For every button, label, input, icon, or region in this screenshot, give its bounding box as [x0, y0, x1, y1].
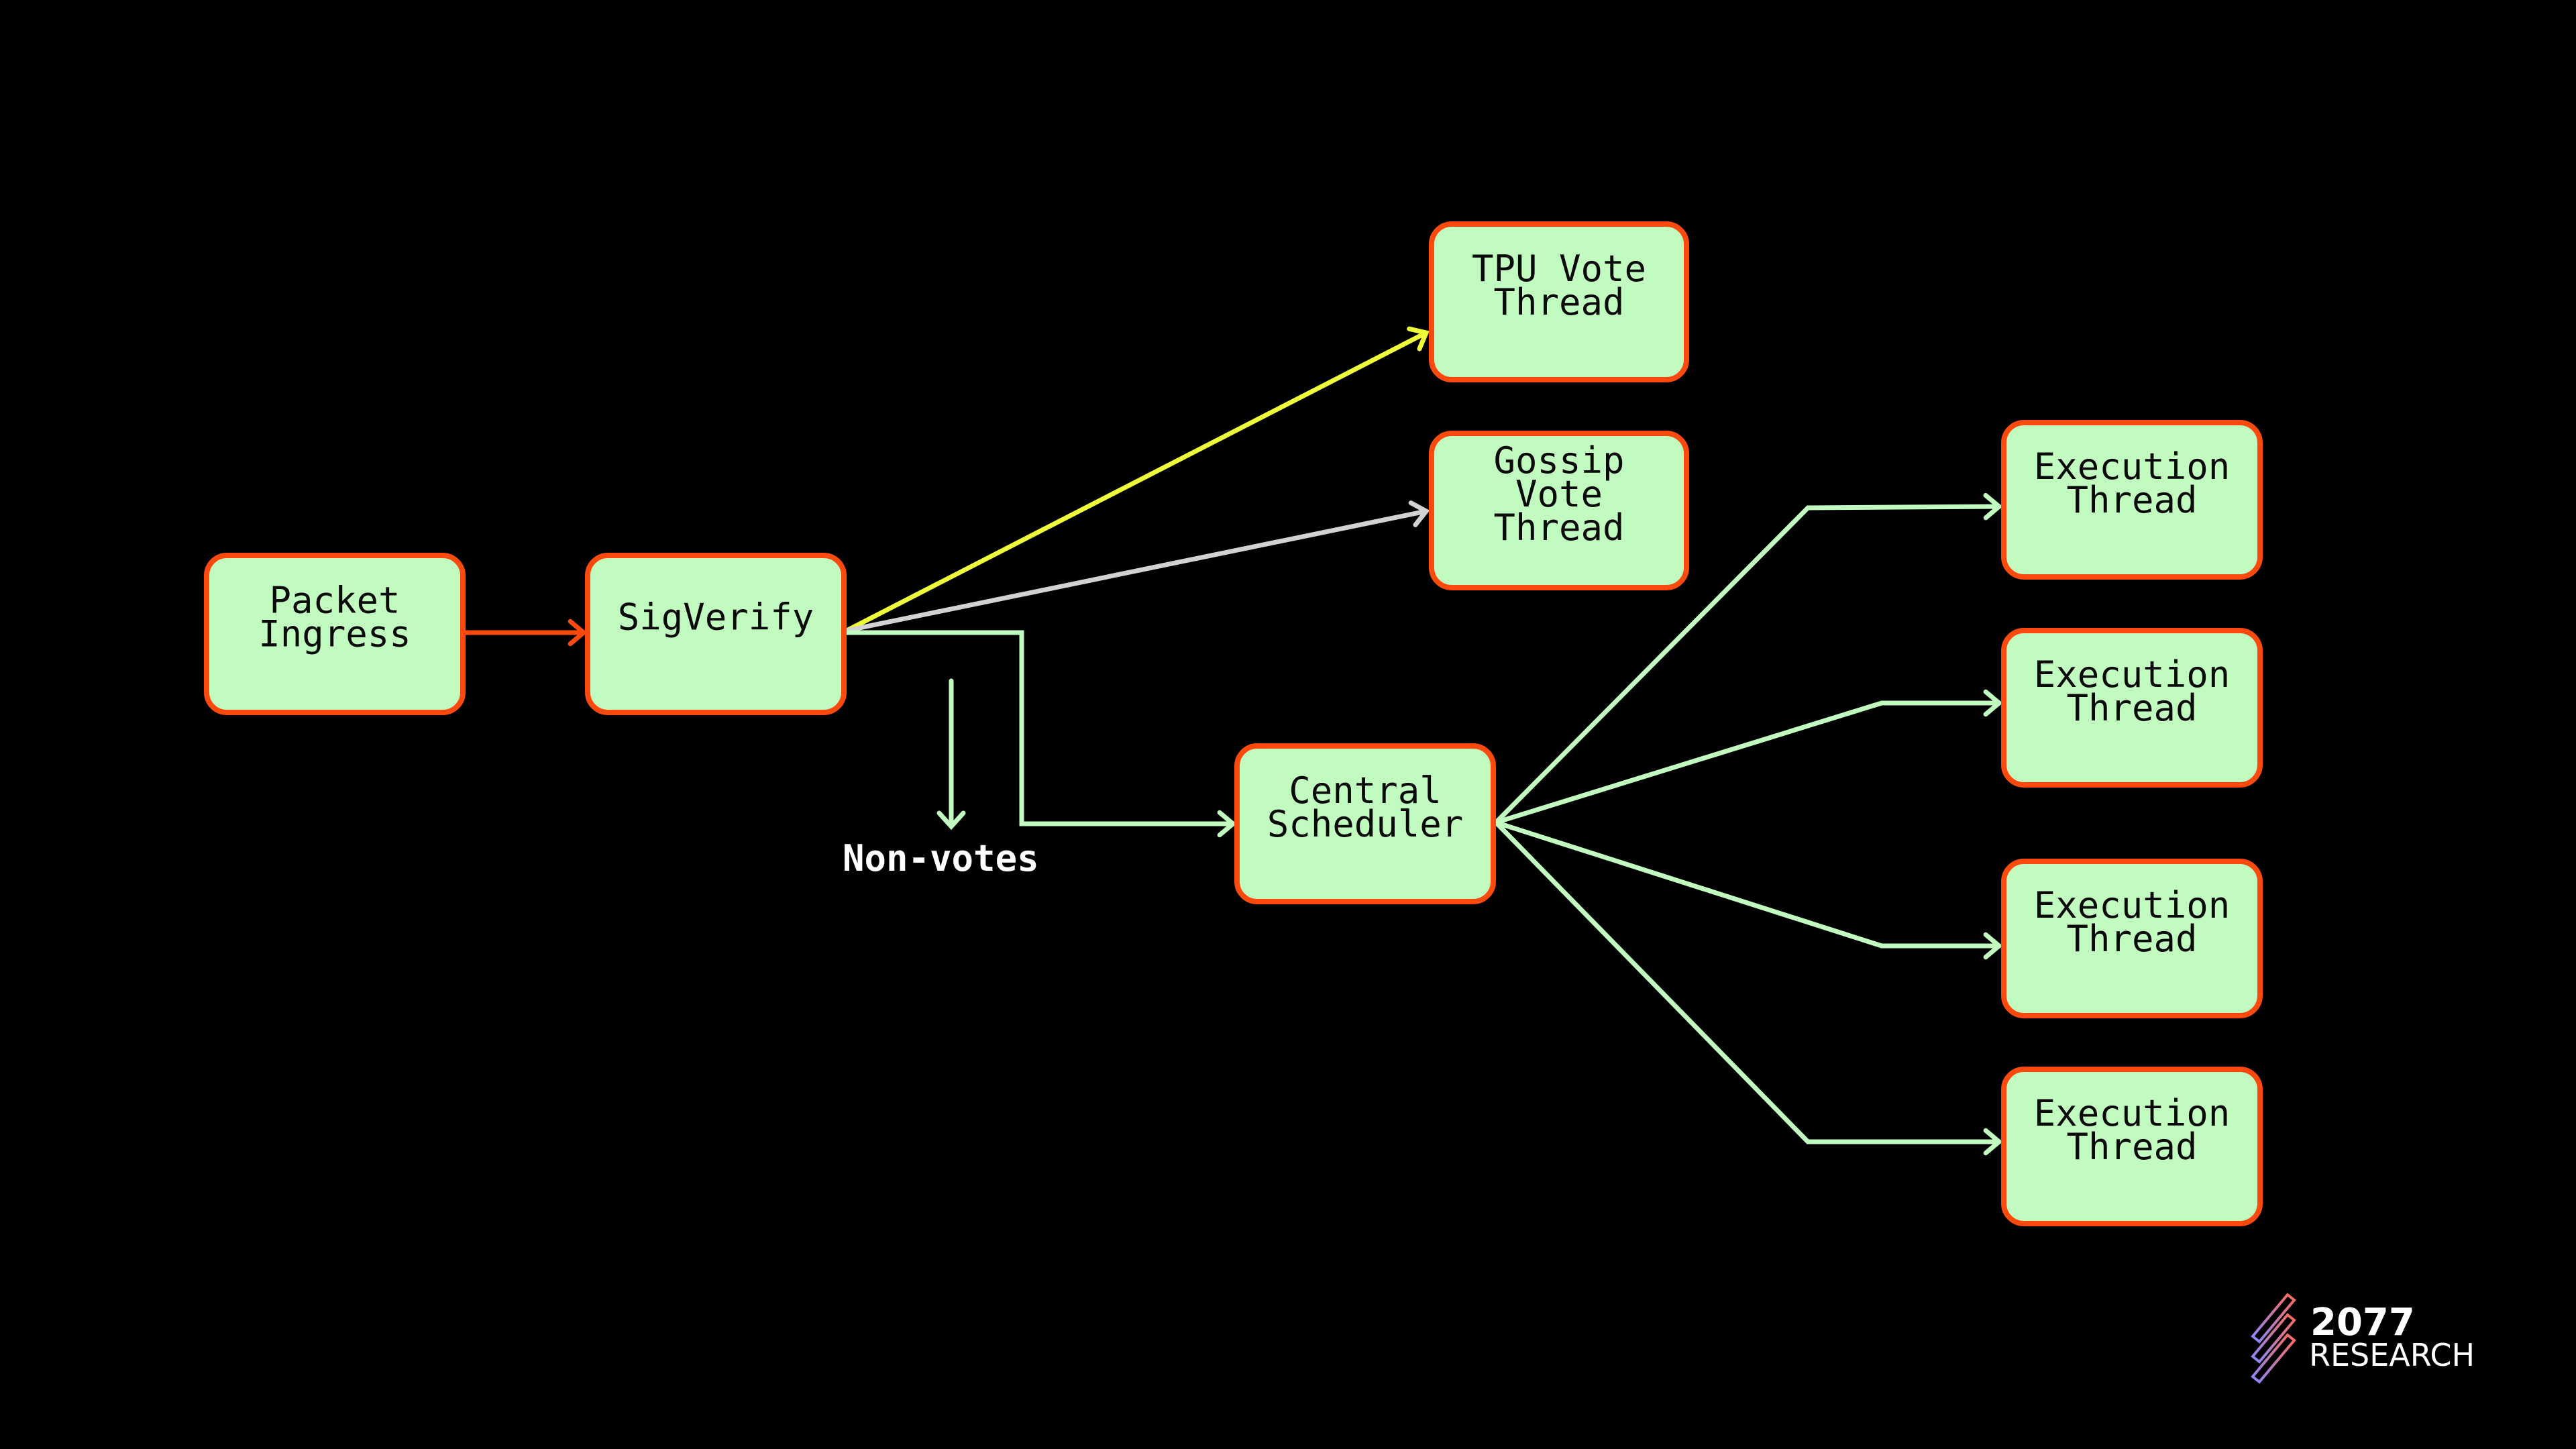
edge-packet-ingress-to-sigverify — [463, 619, 588, 647]
edge-line — [1493, 700, 2002, 825]
node-label-line: Thread — [1493, 281, 1624, 323]
node-label-line: Thread — [1493, 506, 1624, 549]
edge-central-scheduler-to-execution-thread-3 — [1493, 820, 2003, 960]
node-label-line: SigVerify — [618, 596, 814, 639]
node-gossip-vote-thread: GossipVoteThread — [1429, 431, 1689, 590]
node-label-line: Thread — [2066, 1126, 2197, 1168]
edge-sigverify-to-central-scheduler — [844, 630, 1237, 838]
node-label-line: Thread — [2066, 687, 2197, 729]
node-central-scheduler: CentralScheduler — [1234, 743, 1496, 904]
edge-line — [1493, 820, 2002, 949]
node-tpu-vote-thread: TPU VoteThread — [1429, 221, 1689, 382]
non-votes-annotation: Non-votes — [843, 678, 1039, 879]
edge-line — [1493, 820, 2002, 1144]
brand-logo: 2077 RESEARCH — [2251, 1293, 2475, 1384]
node-execution-thread-4: ExecutionThread — [2001, 1067, 2263, 1226]
node-sigverify: SigVerify — [585, 553, 847, 715]
pipeline-diagram: Non-votes PacketIngress SigVerify TPU Vote… — [204, 221, 2475, 1384]
nodes-layer: PacketIngress SigVerify TPU VoteThread Goss… — [204, 221, 2263, 1226]
non-votes-label: Non-votes — [843, 837, 1039, 879]
edge-line — [844, 630, 1236, 826]
node-execution-thread-2: ExecutionThread — [2001, 628, 2263, 788]
node-packet-ingress: PacketIngress — [204, 553, 466, 715]
node-label-line: Thread — [2066, 479, 2197, 521]
edge-sigverify-to-gossip-vote-thread — [844, 500, 1430, 633]
logo-word: RESEARCH — [2309, 1337, 2475, 1373]
node-label-line: Thread — [2066, 918, 2197, 960]
edge-line — [844, 330, 1429, 633]
node-execution-thread-1: ExecutionThread — [2001, 420, 2263, 580]
logo-mark-icon — [2251, 1293, 2296, 1384]
edge-central-scheduler-to-execution-thread-2 — [1493, 689, 2003, 825]
node-label-line: Scheduler — [1267, 803, 1464, 845]
edges-layer — [463, 326, 2003, 1156]
node-label-line: Ingress — [258, 613, 411, 655]
edge-central-scheduler-to-execution-thread-4 — [1493, 820, 2003, 1156]
edge-line — [844, 508, 1429, 633]
node-execution-thread-3: ExecutionThread — [2001, 859, 2263, 1018]
edge-sigverify-to-tpu-vote-thread — [844, 326, 1430, 633]
